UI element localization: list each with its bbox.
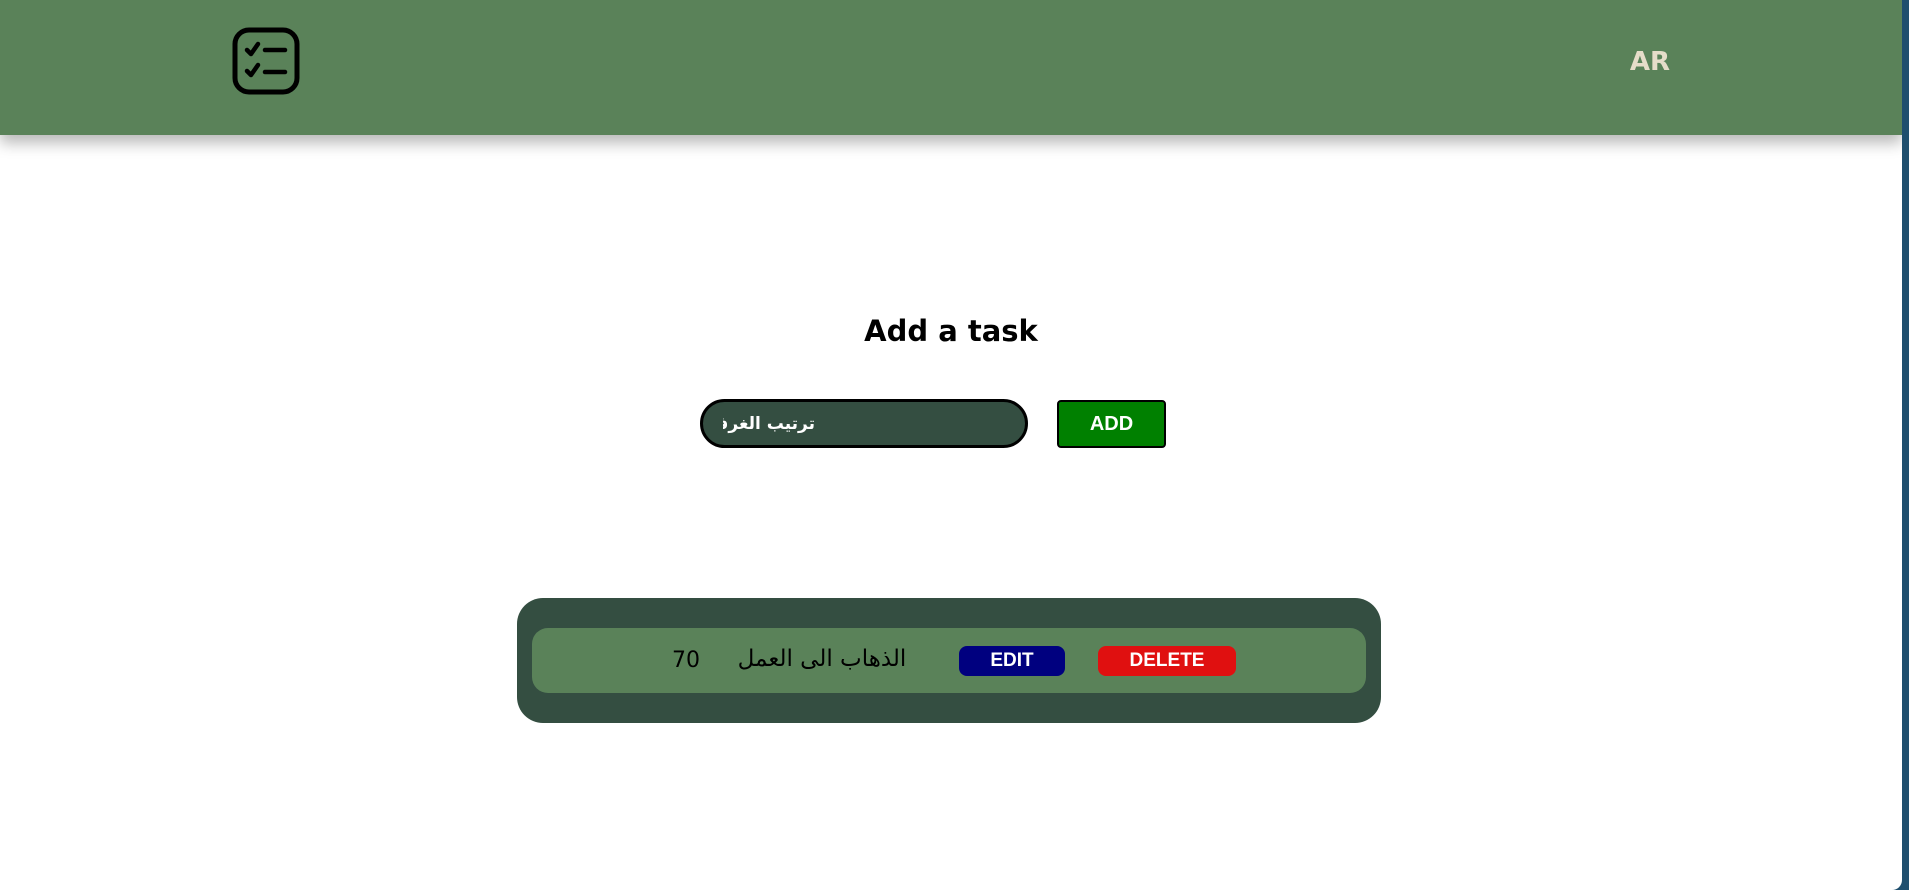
delete-button[interactable]: DELETE	[1098, 646, 1236, 676]
checklist-icon	[232, 27, 300, 95]
top-header: AR	[0, 0, 1902, 135]
language-toggle[interactable]: AR	[1610, 47, 1690, 77]
app-viewport: AR Add a task ADD 70 الذهاب الى العمل ED…	[0, 0, 1902, 890]
task-list-panel: 70 الذهاب الى العمل EDIT DELETE	[517, 598, 1381, 723]
add-button[interactable]: ADD	[1057, 400, 1166, 448]
task-item: 70 الذهاب الى العمل EDIT DELETE	[532, 628, 1366, 693]
task-number: 70	[672, 648, 700, 673]
task-input[interactable]	[700, 399, 1028, 448]
task-text: الذهاب الى العمل	[737, 646, 907, 672]
page-title: Add a task	[864, 314, 1038, 348]
edit-button[interactable]: EDIT	[959, 646, 1065, 676]
